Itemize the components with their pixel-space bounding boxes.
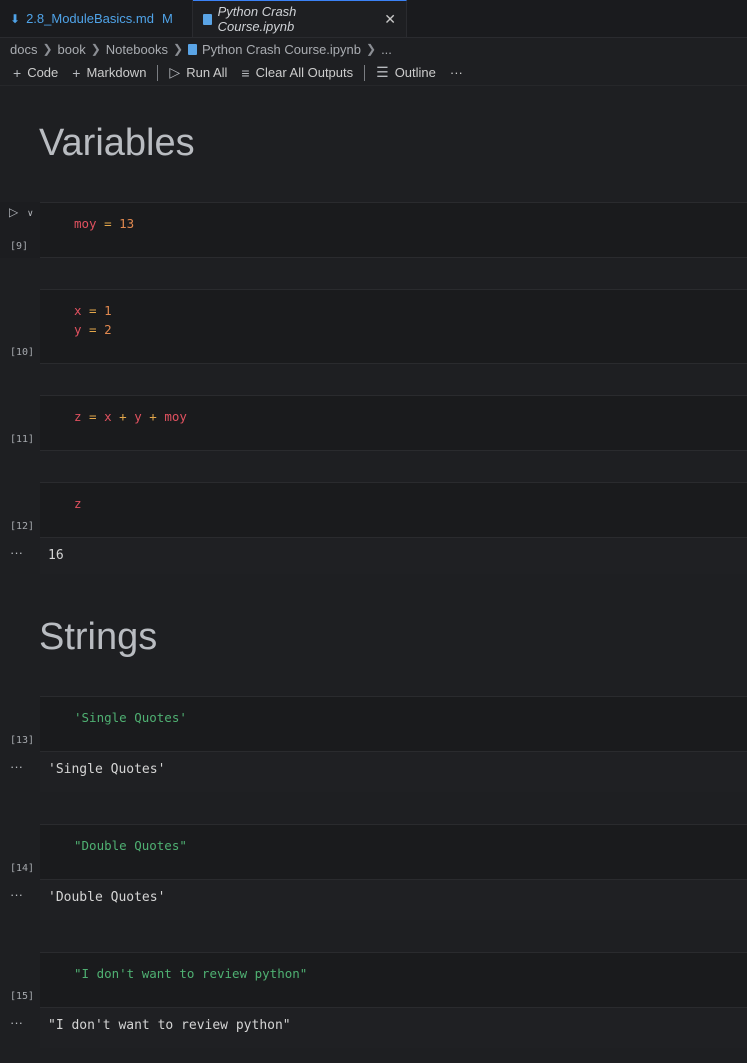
clear-outputs-icon: ≡ [241, 64, 250, 81]
breadcrumb-item-more[interactable]: ... [381, 42, 392, 57]
token: = [81, 409, 105, 424]
token: x [74, 303, 82, 318]
code-line: z [74, 494, 82, 513]
token: = [81, 322, 105, 337]
run-all-button[interactable]: ▷ Run All [162, 62, 234, 84]
token: moy [164, 409, 187, 424]
toolbar-divider [364, 64, 366, 81]
code-cell-10[interactable]: x = 1 y = 2 [40, 289, 747, 364]
token: moy [74, 216, 97, 231]
token: x [104, 409, 112, 424]
token: 1 [104, 303, 112, 318]
cell-gutter: ▷ ∨ [0, 202, 40, 258]
chevron-right-icon: ❯ [366, 42, 377, 56]
breadcrumb-item-docs[interactable]: docs [10, 42, 37, 57]
plus-icon: + [72, 64, 81, 81]
output-text: "I don't want to review python" [48, 1018, 291, 1033]
execution-count: [15] [10, 991, 35, 1002]
breadcrumb-item-book[interactable]: book [58, 42, 86, 57]
plus-icon: + [13, 64, 22, 81]
add-markdown-label: Markdown [86, 65, 147, 80]
cell-output-13: 'Single Quotes' [40, 752, 747, 792]
output-text: 16 [48, 548, 64, 563]
output-menu-icon[interactable]: ··· [10, 887, 23, 902]
token: + [141, 409, 165, 424]
code-cell-11[interactable]: z = x + y + moy [40, 395, 747, 451]
tab-python-crash-course[interactable]: Python Crash Course.ipynb ✕ [193, 0, 407, 37]
execution-count: [12] [10, 521, 35, 532]
cell-output-12: 16 [40, 538, 747, 574]
notebook-icon [203, 13, 212, 25]
code-line: z = x + y + moy [74, 407, 187, 426]
cell-output-15: "I don't want to review python" [40, 1008, 747, 1048]
output-text: 'Double Quotes' [48, 890, 166, 905]
code-cell-15[interactable]: "I don't want to review python" [40, 952, 747, 1008]
token: = [96, 216, 120, 231]
output-menu-icon[interactable]: ··· [10, 759, 23, 774]
cell-output-14: 'Double Quotes' [40, 880, 747, 920]
token: z [74, 409, 82, 424]
breadcrumb: docs ❯ book ❯ Notebooks ❯ Python Crash C… [0, 38, 747, 60]
notebook-icon [188, 43, 198, 55]
token: y [74, 322, 82, 337]
breadcrumb-item-notebooks[interactable]: Notebooks [106, 42, 168, 57]
code-line: "Double Quotes" [74, 838, 187, 853]
execution-count: [11] [10, 434, 35, 445]
code-cell-13[interactable]: 'Single Quotes' [40, 696, 747, 752]
list-icon: ☰ [376, 64, 389, 80]
output-text: 'Single Quotes' [48, 762, 166, 777]
modified-badge: M [161, 11, 173, 26]
add-code-label: Code [27, 65, 59, 80]
chevron-right-icon: ❯ [42, 42, 53, 56]
breadcrumb-item-file[interactable]: Python Crash Course.ipynb [202, 42, 361, 57]
code-line: "I don't want to review python" [74, 966, 308, 981]
execution-count: [10] [10, 347, 35, 358]
execution-count: [13] [10, 735, 35, 746]
execution-count: [9] [10, 241, 29, 252]
run-cell-icon[interactable]: ▷ [9, 205, 18, 219]
heading-strings: Strings [39, 616, 158, 658]
close-icon[interactable]: ✕ [384, 11, 396, 28]
code-cell-14[interactable]: "Double Quotes" [40, 824, 747, 880]
add-markdown-button[interactable]: + Markdown [65, 62, 153, 84]
code-line: moy = 13 [74, 214, 134, 233]
tab-bar: ⬇ 2.8_ModuleBasics.md M Python Crash Cou… [0, 0, 747, 38]
token: + [111, 409, 135, 424]
tab-label: 2.8_ModuleBasics.md [26, 11, 154, 26]
chevron-right-icon: ❯ [172, 42, 184, 56]
token: 13 [119, 216, 135, 231]
download-icon: ⬇ [10, 11, 21, 26]
more-icon: ··· [449, 65, 463, 80]
code-line: 'Single Quotes' [74, 710, 187, 725]
outline-label: Outline [394, 65, 436, 80]
clear-outputs-button[interactable]: ≡ Clear All Outputs [234, 62, 360, 84]
tab-module-basics[interactable]: ⬇ 2.8_ModuleBasics.md M [0, 0, 193, 37]
execution-count: [14] [10, 863, 35, 874]
chevron-right-icon: ❯ [90, 42, 101, 56]
code-line: x = 1 [74, 301, 112, 320]
outline-button[interactable]: ☰ Outline [369, 62, 443, 84]
add-code-button[interactable]: + Code [6, 62, 65, 84]
notebook-toolbar: + Code + Markdown ▷ Run All ≡ Clear All … [0, 60, 747, 86]
code-cell-12[interactable]: z [40, 482, 747, 538]
clear-outputs-label: Clear All Outputs [255, 65, 354, 80]
output-menu-icon[interactable]: ··· [10, 545, 23, 560]
toolbar-divider [157, 64, 159, 81]
heading-variables: Variables [39, 122, 195, 164]
token: 2 [104, 322, 112, 337]
tab-label: Python Crash Course.ipynb [217, 4, 297, 34]
run-all-label: Run All [186, 65, 228, 80]
more-actions-button[interactable]: ··· [443, 62, 470, 84]
chevron-down-icon[interactable]: ∨ [27, 208, 34, 219]
code-line: y = 2 [74, 320, 112, 339]
token: = [81, 303, 105, 318]
code-cell-9[interactable]: moy = 13 [40, 202, 747, 258]
token: z [74, 496, 82, 511]
run-all-icon: ▷ [169, 64, 181, 80]
notebook-body: Variables ▷ ∨ moy = 13 [9] x = 1 y = 2 [… [0, 0, 747, 1063]
output-menu-icon[interactable]: ··· [10, 1015, 23, 1030]
token: y [134, 409, 142, 424]
